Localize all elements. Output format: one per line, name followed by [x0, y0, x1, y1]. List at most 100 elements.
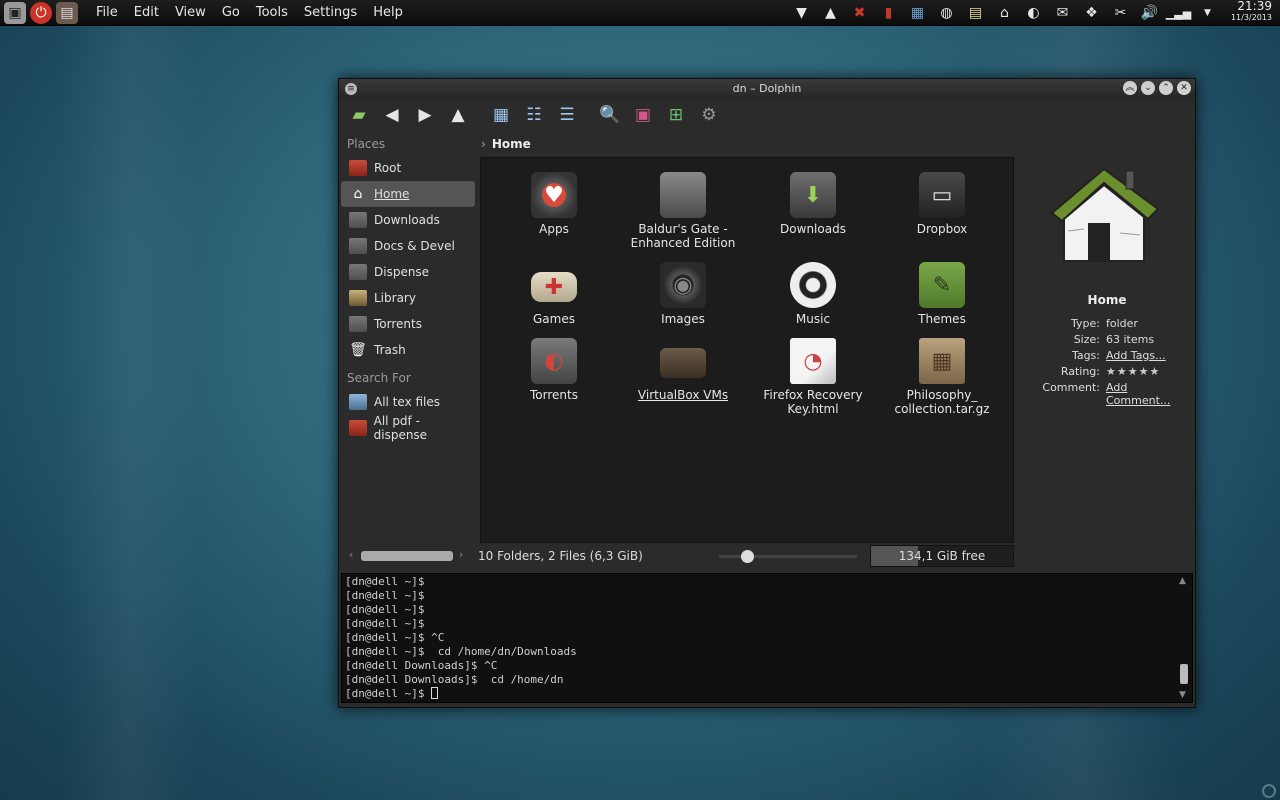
- scroll-up-icon[interactable]: ▲: [1179, 576, 1186, 586]
- free-space-indicator[interactable]: 134,1 GiB free: [870, 545, 1014, 567]
- new-folder-button[interactable]: ▰: [345, 102, 373, 128]
- power-icon[interactable]: ⏻: [30, 1, 52, 24]
- search-tex-files[interactable]: All tex files: [341, 389, 475, 415]
- info-value: 63 items: [1106, 333, 1155, 346]
- file-item-themes[interactable]: ✎ Themes: [877, 262, 1007, 326]
- search-button[interactable]: 🔍: [596, 102, 624, 128]
- place-torrents[interactable]: Torrents: [341, 311, 475, 337]
- menu-view[interactable]: View: [167, 0, 214, 26]
- split-button[interactable]: ⊞: [662, 102, 690, 128]
- details-view-button[interactable]: ☰: [553, 102, 581, 128]
- file-name: Images: [661, 312, 705, 326]
- terminal-panel[interactable]: [dn@dell ~]$ [dn@dell ~]$ [dn@dell ~]$ […: [341, 573, 1193, 703]
- scroll-down-icon[interactable]: ▼: [1179, 690, 1186, 700]
- settings-button[interactable]: ⚙: [695, 102, 723, 128]
- app-launcher-icon[interactable]: ▣: [4, 1, 26, 24]
- menu-settings[interactable]: Settings: [296, 0, 365, 26]
- map-icon[interactable]: ▦: [903, 5, 932, 21]
- scroll-left-icon[interactable]: ‹: [349, 548, 353, 561]
- dropbox-tray-icon[interactable]: ❖: [1077, 5, 1106, 21]
- file-item-philosophy-archive[interactable]: ▦ Philosophy_ collection.tar.gz: [877, 338, 1007, 416]
- menu-tools[interactable]: Tools: [248, 0, 296, 26]
- scrollbar-thumb[interactable]: [361, 551, 453, 561]
- window-menu-icon[interactable]: ≡: [345, 83, 357, 95]
- close-red-icon[interactable]: ✖: [845, 5, 874, 21]
- alarm-icon[interactable]: ◍: [932, 5, 961, 21]
- compact-view-icon: ☷: [526, 105, 542, 125]
- places-title: Places: [347, 137, 386, 151]
- file-item-games[interactable]: ✚ Games: [489, 262, 619, 326]
- triangle-up-icon[interactable]: ▲: [816, 5, 845, 21]
- window-list-icon[interactable]: ▤: [56, 1, 78, 24]
- signal-icon[interactable]: ▁▃▅: [1164, 7, 1193, 20]
- scissors-icon[interactable]: ✂: [1106, 5, 1135, 21]
- terminal-cursor: [431, 687, 439, 699]
- keep-above-icon[interactable]: ︽: [1123, 81, 1137, 95]
- place-home[interactable]: ⌂ Home: [341, 181, 475, 207]
- place-library[interactable]: Library: [341, 285, 475, 311]
- search-label: All pdf - dispense: [373, 414, 428, 442]
- file-item-virtualbox[interactable]: VirtualBox VMs: [618, 338, 748, 402]
- clock-time: 21:39: [1237, 0, 1272, 13]
- place-label: Docs & Devel: [374, 239, 455, 253]
- file-item-images[interactable]: ◉ Images: [618, 262, 748, 326]
- preview-button[interactable]: ▣: [629, 102, 657, 128]
- scroll-right-icon[interactable]: ›: [459, 548, 463, 561]
- volume-icon[interactable]: 🔊: [1135, 5, 1164, 21]
- place-root[interactable]: Root: [341, 155, 475, 181]
- file-item-dropbox[interactable]: ▭ Dropbox: [877, 172, 1007, 236]
- file-item-downloads[interactable]: ⬇ Downloads: [748, 172, 878, 236]
- tray-expand-icon[interactable]: ▼: [1193, 8, 1222, 18]
- icons-view-icon: ▦: [492, 105, 510, 125]
- zoom-slider-knob[interactable]: [741, 550, 754, 563]
- file-item-firefox-key[interactable]: ◔ Firefox Recovery Key.html: [748, 338, 878, 416]
- file-view[interactable]: ♥ Apps Baldur's Gate - Enhanced Edition …: [480, 157, 1014, 543]
- headphones-icon[interactable]: ◐: [1019, 5, 1048, 21]
- mail-icon[interactable]: ✉: [1048, 5, 1077, 21]
- file-item-torrents[interactable]: ◐ Torrents: [489, 338, 619, 402]
- file-item-baldurs-gate[interactable]: Baldur's Gate - Enhanced Edition: [618, 172, 748, 250]
- minimize-icon[interactable]: ⌄: [1141, 81, 1155, 95]
- file-item-music[interactable]: Music: [748, 262, 878, 326]
- forward-button[interactable]: ▶: [411, 102, 439, 128]
- terminal-scrollbar[interactable]: ▲ ▼: [1178, 576, 1190, 700]
- triangle-down-icon[interactable]: ▼: [787, 5, 816, 21]
- notes-icon[interactable]: ▤: [961, 5, 990, 21]
- title-bar[interactable]: ≡ dn – Dolphin ︽ ⌄ ⌃ ✕: [339, 79, 1195, 99]
- icons-view-button[interactable]: ▦: [487, 102, 515, 128]
- add-comment-link[interactable]: Add Comment...: [1106, 381, 1192, 407]
- close-icon[interactable]: ✕: [1177, 81, 1191, 95]
- menu-file[interactable]: File: [88, 0, 126, 26]
- maximize-icon[interactable]: ⌃: [1159, 81, 1173, 95]
- add-tags-link[interactable]: Add Tags...: [1106, 349, 1166, 362]
- gear-icon: ⚙: [701, 105, 717, 125]
- folder-icon: [349, 316, 367, 332]
- new-folder-icon: ▰: [352, 105, 366, 125]
- book-icon[interactable]: ▮: [874, 5, 903, 21]
- place-dispense[interactable]: Dispense: [341, 259, 475, 285]
- breadcrumb[interactable]: › Home: [479, 133, 531, 155]
- rating-stars[interactable]: ★★★★★: [1106, 365, 1160, 378]
- place-downloads[interactable]: Downloads: [341, 207, 475, 233]
- window-title: dn – Dolphin: [732, 82, 802, 95]
- terminal-line: [dn@dell ~]$: [345, 617, 425, 630]
- clock[interactable]: 21:39 11/3/2013: [1231, 0, 1272, 22]
- places-scrollbar[interactable]: ‹ ›: [349, 548, 469, 561]
- place-docs-devel[interactable]: Docs & Devel: [341, 233, 475, 259]
- information-panel: Home Type: folder Size: 63 items Tags: A…: [1022, 133, 1192, 543]
- folder-icon: [349, 238, 367, 254]
- terminal-scroll-thumb[interactable]: [1180, 664, 1188, 684]
- zoom-slider[interactable]: [719, 550, 857, 563]
- menu-go[interactable]: Go: [214, 0, 248, 26]
- html-file-icon: ◔: [790, 338, 836, 384]
- cashew-icon[interactable]: [1262, 784, 1276, 798]
- menu-edit[interactable]: Edit: [126, 0, 167, 26]
- search-pdf-dispense[interactable]: All pdf - dispense: [341, 414, 475, 442]
- menu-help[interactable]: Help: [365, 0, 411, 26]
- home-tray-icon[interactable]: ⌂: [990, 5, 1019, 21]
- up-button[interactable]: ▲: [444, 102, 472, 128]
- compact-view-button[interactable]: ☷: [520, 102, 548, 128]
- file-item-apps[interactable]: ♥ Apps: [489, 172, 619, 236]
- place-trash[interactable]: 🗑 Trash: [341, 337, 475, 363]
- back-button[interactable]: ◀: [378, 102, 406, 128]
